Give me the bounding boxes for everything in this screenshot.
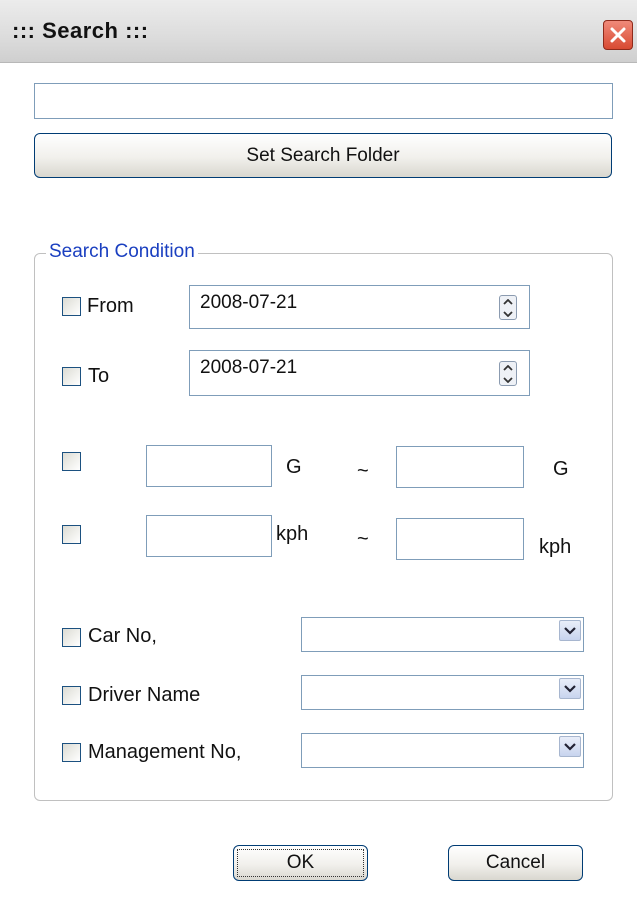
management-no-label: Management No, <box>88 741 242 763</box>
chevron-down-icon[interactable] <box>559 620 581 641</box>
g-force-checkbox[interactable] <box>62 452 81 471</box>
from-label: From <box>87 295 134 317</box>
to-checkbox[interactable] <box>62 367 81 386</box>
car-no-label: Car No, <box>88 625 157 647</box>
spin-down-icon[interactable] <box>500 374 516 385</box>
management-no-dropdown[interactable] <box>301 733 584 768</box>
car-no-checkbox[interactable] <box>62 628 81 647</box>
focus-rectangle <box>237 849 364 877</box>
speed-min-input[interactable] <box>146 515 272 557</box>
spin-up-icon[interactable] <box>500 362 516 373</box>
driver-name-label: Driver Name <box>88 684 201 706</box>
ok-button[interactable]: OK <box>233 845 368 881</box>
close-button[interactable] <box>603 20 633 50</box>
speed-range-separator: ~ <box>357 528 369 550</box>
search-condition-group <box>34 253 613 801</box>
management-no-checkbox[interactable] <box>62 743 81 762</box>
to-label: To <box>88 365 110 387</box>
g-force-range-separator: ~ <box>357 460 369 482</box>
set-search-folder-label: Set Search Folder <box>246 144 400 166</box>
spin-up-icon[interactable] <box>500 296 516 307</box>
g-force-min-unit: G <box>286 456 302 478</box>
from-date-field[interactable]: 2008-07-21 <box>189 285 530 329</box>
title-bar[interactable]: ::: Search ::: <box>0 0 637 63</box>
close-icon <box>610 27 626 43</box>
cancel-label: Cancel <box>485 852 546 873</box>
window-title: ::: Search ::: <box>12 18 149 43</box>
search-condition-title: Search Condition <box>46 241 198 263</box>
from-date-value: 2008-07-21 <box>200 292 298 313</box>
speed-min-unit: kph <box>276 523 309 545</box>
search-dialog: ::: Search ::: Set Search Folder Search … <box>0 0 637 899</box>
speed-checkbox[interactable] <box>62 525 81 544</box>
speed-max-input[interactable] <box>396 518 524 560</box>
folder-path-input[interactable] <box>34 83 613 119</box>
to-date-field[interactable]: 2008-07-21 <box>189 350 530 396</box>
from-checkbox[interactable] <box>62 297 81 316</box>
g-force-max-unit: G <box>553 458 569 480</box>
chevron-down-icon[interactable] <box>559 678 581 699</box>
from-date-spinner[interactable] <box>499 295 517 320</box>
driver-name-dropdown[interactable] <box>301 675 584 710</box>
driver-name-checkbox[interactable] <box>62 686 81 705</box>
to-date-spinner[interactable] <box>499 361 517 386</box>
chevron-down-icon[interactable] <box>559 736 581 757</box>
cancel-button[interactable]: Cancel <box>448 845 583 881</box>
set-search-folder-button[interactable]: Set Search Folder <box>34 133 612 178</box>
car-no-dropdown[interactable] <box>301 617 584 652</box>
speed-max-unit: kph <box>539 536 572 558</box>
g-force-max-input[interactable] <box>396 446 524 488</box>
to-date-value: 2008-07-21 <box>200 357 298 378</box>
spin-down-icon[interactable] <box>500 308 516 319</box>
g-force-min-input[interactable] <box>146 445 272 487</box>
